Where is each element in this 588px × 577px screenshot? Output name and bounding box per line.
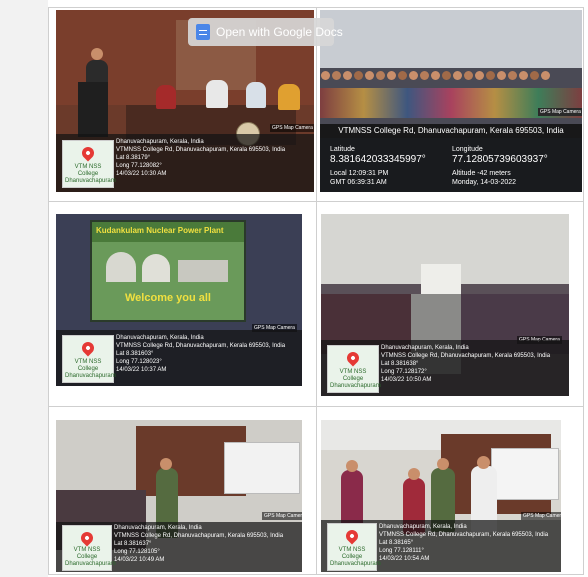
- camera-badge: GPS Map Camera Lite: [538, 108, 582, 116]
- map-thumbnail: VTM NSS College Dhanuvachapuram: [327, 523, 381, 571]
- datetime: 14/03/22 10:49 AM: [114, 557, 165, 563]
- photo-award-ceremony: GPS Map Camera VTM NSS College Dhanuvach…: [321, 420, 561, 572]
- photo-presentation-slide: Kudankulam Nuclear Power Plant Welcome y…: [56, 214, 302, 386]
- google-docs-icon: [196, 24, 210, 40]
- projection-screen: [224, 442, 300, 494]
- geotag-text: Dhanuvachapuram, Kerala, India VTMNSS Co…: [116, 138, 285, 178]
- speaker-head: [160, 458, 172, 470]
- geotag-overlay: VTM NSS College Dhanuvachapuram Dhanuvac…: [321, 520, 561, 572]
- guest-head-1: [346, 460, 358, 472]
- map-caption: VTM NSS College Dhanuvachapuram: [65, 164, 116, 184]
- longitude: Long 77.128023°: [116, 359, 162, 365]
- far-wall: [421, 264, 461, 294]
- photo-audience-wide: GPS Map Camera Lite VTMNSS College Rd, D…: [320, 10, 582, 192]
- map-pin-icon: [78, 529, 96, 547]
- guest-head-3: [437, 458, 449, 470]
- datetime: 14/03/22 10:54 AM: [379, 556, 430, 562]
- datetime: 14/03/22 10:50 AM: [381, 377, 432, 383]
- address: VTMNSS College Rd, Dhanuvachapuram, Kera…: [114, 533, 284, 539]
- longitude-label: Longitude: [452, 146, 483, 153]
- seated-guest-3: [246, 82, 266, 108]
- longitude: Long 77.128082°: [116, 163, 162, 169]
- longitude: Long 77.128172°: [381, 369, 427, 375]
- map-caption: VTM NSS College Dhanuvachapuram: [330, 547, 381, 567]
- seated-guest-2: [206, 80, 228, 108]
- grid-divider-vertical: [316, 8, 317, 574]
- map-pin-icon: [343, 527, 361, 545]
- camera-badge: GPS Map Camera: [262, 512, 302, 520]
- geotag-text: Dhanuvachapuram, Kerala, India VTMNSS Co…: [114, 524, 283, 564]
- datetime: 14/03/22 10:37 AM: [116, 367, 167, 373]
- longitude: Long 77.128105°: [114, 549, 160, 555]
- map-caption: VTM NSS College Dhanuvachapuram: [65, 547, 116, 567]
- altitude: Altitude -42 meters: [452, 170, 511, 177]
- latitude: Lat 8.381638°: [381, 361, 419, 367]
- seated-guest-1: [156, 85, 176, 109]
- reactor-dome-2: [142, 254, 170, 282]
- geotag-overlay: VTMNSS College Rd, Dhanuvachapuram, Kera…: [320, 124, 582, 192]
- geotag-overlay: VTM NSS College Dhanuvachapuram Dhanuvac…: [56, 330, 302, 386]
- projection-screen: [491, 448, 559, 500]
- geotag-overlay: VTM NSS College Dhanuvachapuram Dhanuvac…: [321, 340, 569, 396]
- podium: [78, 82, 108, 137]
- address: VTMNSS College Rd, Dhanuvachapuram, Kera…: [116, 343, 286, 349]
- date: Monday, 14-03-2022: [452, 179, 517, 186]
- geotag-text: Dhanuvachapuram, Kerala, India VTMNSS Co…: [116, 334, 285, 374]
- map-caption: VTM NSS College Dhanuvachapuram: [65, 359, 116, 379]
- grid-divider-row1: [49, 201, 583, 202]
- reactor-dome-1: [106, 252, 136, 282]
- hall-ceiling: [320, 10, 582, 72]
- gmt-time: GMT 06:39:31 AM: [330, 179, 387, 186]
- camera-badge: GPS Map Camera: [270, 124, 314, 132]
- photo-hall-aisle: GPS Map Camera VTM NSS College Dhanuvach…: [321, 214, 569, 396]
- map-thumbnail: VTM NSS College Dhanuvachapuram: [62, 525, 116, 571]
- grid-divider-row2: [49, 406, 583, 407]
- latitude: Lat 8.38165°: [379, 540, 414, 546]
- seated-guest-4: [278, 84, 300, 110]
- latitude: Lat 8.381637°: [114, 541, 152, 547]
- map-caption: VTM NSS College Dhanuvachapuram: [330, 369, 381, 389]
- geotag-title: VTMNSS College Rd, Dhanuvachapuram, Kera…: [338, 126, 564, 135]
- latitude-value: 8.3816420333459​97°: [330, 154, 426, 165]
- address: VTMNSS College Rd, Dhanuvachapuram, Kera…: [379, 532, 549, 538]
- map-thumbnail: VTM NSS College Dhanuvachapuram: [327, 345, 381, 393]
- open-with-google-docs-button[interactable]: Open with Google Docs: [188, 18, 343, 46]
- geotag-text: Dhanuvachapuram, Kerala, India VTMNSS Co…: [379, 523, 548, 563]
- slide-welcome: Welcome you all: [125, 292, 211, 304]
- geotag-text: Dhanuvachapuram, Kerala, India VTMNSS Co…: [381, 344, 550, 384]
- address: VTMNSS College Rd, Dhanuvachapuram, Kera…: [116, 147, 286, 153]
- latitude: Lat 8.381603°: [116, 351, 154, 357]
- geotag-overlay: VTM NSS College Dhanuvachapuram Dhanuvac…: [56, 134, 314, 192]
- slide-title: Kudankulam Nuclear Power Plant: [96, 226, 224, 235]
- place: Dhanuvachapuram, Kerala, India: [381, 345, 469, 351]
- guest-head-2: [408, 468, 420, 480]
- photo-speaker-front: GPS Map Camera VTM NSS College Dhanuvach…: [56, 420, 302, 572]
- plant-building: [178, 260, 228, 282]
- datetime: 14/03/22 10:30 AM: [116, 171, 167, 177]
- map-pin-icon: [79, 339, 97, 357]
- local-time: Local 12:09:31 PM: [330, 170, 389, 177]
- open-with-label: Open with Google Docs: [216, 25, 343, 39]
- map-pin-icon: [79, 144, 97, 162]
- left-margin-band: [0, 0, 48, 577]
- address: VTMNSS College Rd, Dhanuvachapuram, Kera…: [381, 353, 551, 359]
- place: Dhanuvachapuram, Kerala, India: [116, 335, 204, 341]
- latitude-label: Latitude: [330, 146, 355, 153]
- longitude-value: 77.12805739603937°: [452, 154, 548, 165]
- map-thumbnail: VTM NSS College Dhanuvachapuram: [62, 140, 116, 188]
- place: Dhanuvachapuram, Kerala, India: [116, 139, 204, 145]
- projected-slide: Kudankulam Nuclear Power Plant Welcome y…: [90, 220, 246, 322]
- longitude: Long 77.128111°: [379, 548, 424, 554]
- camera-badge: GPS Map Camera: [521, 512, 561, 520]
- map-thumbnail: VTM NSS College Dhanuvachapuram: [62, 335, 116, 383]
- guest-head-4: [477, 456, 490, 469]
- map-pin-icon: [344, 349, 362, 367]
- geotag-overlay: VTM NSS College Dhanuvachapuram Dhanuvac…: [56, 522, 302, 572]
- place: Dhanuvachapuram, Kerala, India: [114, 525, 202, 531]
- latitude: Lat 8.38179°: [116, 155, 151, 161]
- place: Dhanuvachapuram, Kerala, India: [379, 524, 467, 530]
- speaker-head: [91, 48, 103, 60]
